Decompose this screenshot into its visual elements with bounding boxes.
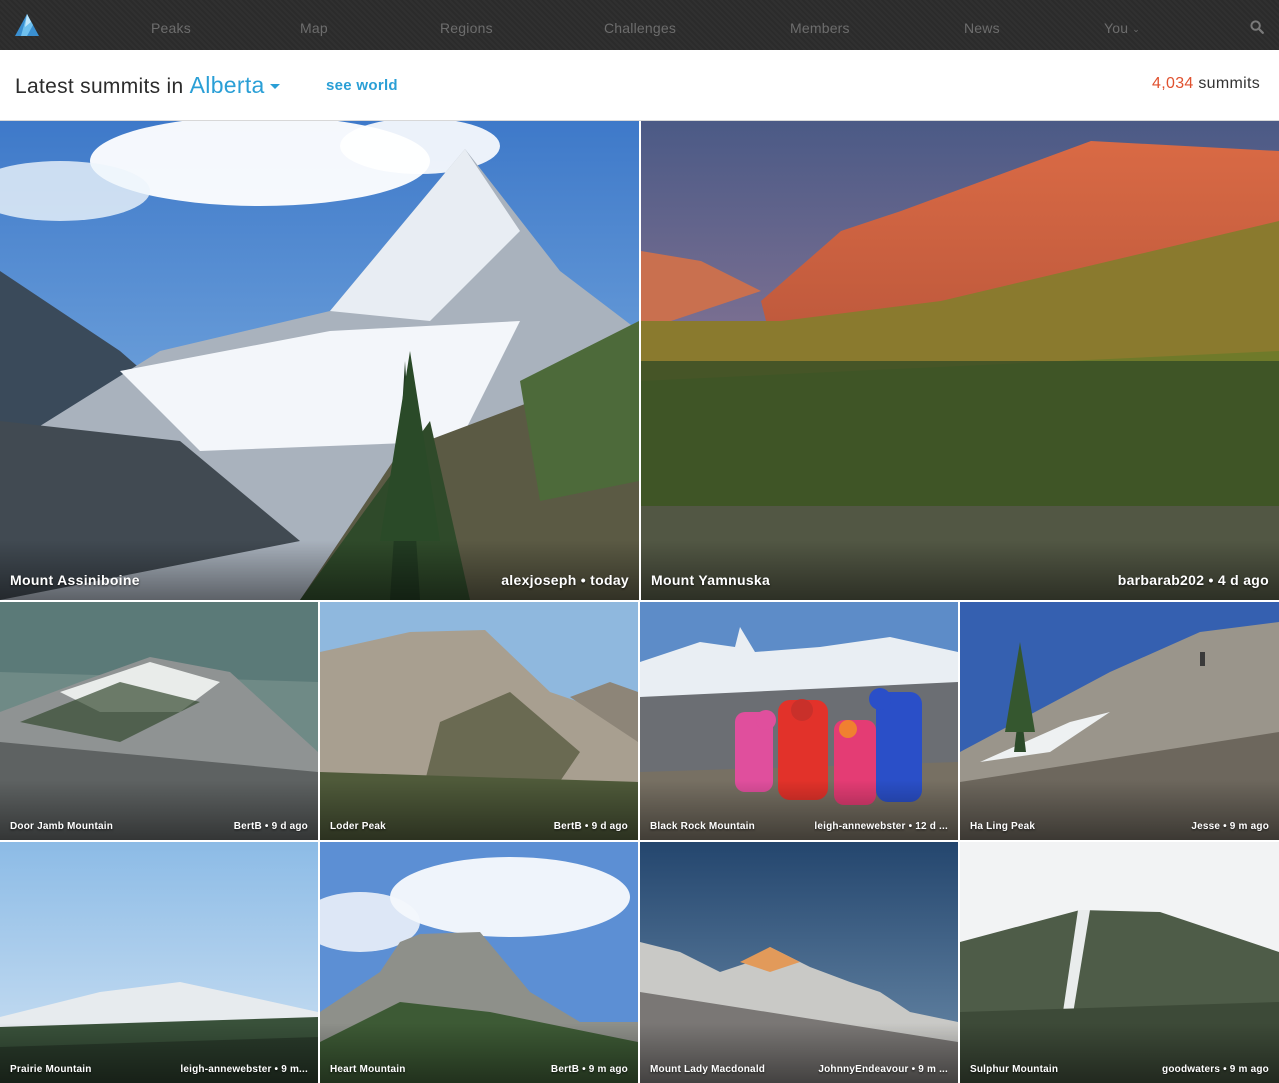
region-label: Alberta [189,72,265,98]
nav-peaks[interactable]: Peaks [151,0,191,50]
nav-you-label: You [1104,20,1129,36]
summit-count-label: summits [1198,75,1260,92]
summit-name[interactable]: Sulphur Mountain [970,1064,1058,1075]
nav-regions[interactable]: Regions [440,0,493,50]
summit-tile[interactable]: Prairie Mountain leigh-annewebster • 9 m… [0,842,318,1083]
nav-you[interactable]: You ⌄ [1104,0,1140,50]
summit-meta[interactable]: BertB • 9 d ago [234,821,308,832]
top-nav: Peaks Map Regions Challenges Members New… [0,0,1279,50]
summit-tile[interactable]: Door Jamb Mountain BertB • 9 d ago [0,602,318,840]
summit-tile[interactable]: Sulphur Mountain goodwaters • 9 m ago [960,842,1279,1083]
peakery-logo-icon[interactable] [14,13,40,37]
summit-tile[interactable]: Mount Assiniboine alexjoseph • today [0,121,639,600]
summit-meta[interactable]: BertB • 9 m ago [551,1064,628,1075]
summit-tile[interactable]: Mount Yamnuska barbarab202 • 4 d ago [641,121,1279,600]
nav-challenges[interactable]: Challenges [604,0,676,50]
summit-meta[interactable]: Jesse • 9 m ago [1191,821,1269,832]
summit-name[interactable]: Heart Mountain [330,1064,406,1075]
summit-photo [641,121,1279,600]
summit-tile[interactable]: Ha Ling Peak Jesse • 9 m ago [960,602,1279,840]
summit-meta[interactable]: alexjoseph • today [501,572,629,588]
chevron-down-icon: ⌄ [1132,24,1140,34]
summit-name[interactable]: Mount Yamnuska [651,572,770,588]
summit-count: 4,034 summits [1152,75,1260,93]
title-prefix: Latest summits in [15,75,184,98]
summit-name[interactable]: Black Rock Mountain [650,821,755,832]
summit-name[interactable]: Mount Lady Macdonald [650,1064,765,1075]
search-icon[interactable] [1250,20,1264,34]
caption-shade [641,540,1279,600]
summit-meta[interactable]: leigh-annewebster • 12 d ... [814,821,948,832]
summit-tile[interactable]: Black Rock Mountain leigh-annewebster • … [640,602,958,840]
summit-tile[interactable]: Mount Lady Macdonald JohnnyEndeavour • 9… [640,842,958,1083]
summit-name[interactable]: Prairie Mountain [10,1064,92,1075]
nav-map[interactable]: Map [300,0,328,50]
summit-meta[interactable]: barbarab202 • 4 d ago [1118,572,1269,588]
summit-meta[interactable]: leigh-annewebster • 9 m... [180,1064,308,1075]
summit-name[interactable]: Mount Assiniboine [10,572,140,588]
page-title: Latest summits in Alberta [15,72,280,99]
summit-count-value: 4,034 [1152,75,1194,92]
summit-tile[interactable]: Loder Peak BertB • 9 d ago [320,602,638,840]
page-header: Latest summits in Alberta see world 4,03… [0,50,1279,121]
nav-members[interactable]: Members [790,0,850,50]
summit-meta[interactable]: goodwaters • 9 m ago [1162,1064,1269,1075]
region-dropdown[interactable]: Alberta [190,72,280,98]
summit-name[interactable]: Ha Ling Peak [970,821,1035,832]
summit-photo [0,121,639,600]
summit-meta[interactable]: JohnnyEndeavour • 9 m ... [818,1064,948,1075]
summit-meta[interactable]: BertB • 9 d ago [554,821,628,832]
summit-name[interactable]: Door Jamb Mountain [10,821,113,832]
summit-tile[interactable]: Heart Mountain BertB • 9 m ago [320,842,638,1083]
nav-news[interactable]: News [964,0,1000,50]
summit-name[interactable]: Loder Peak [330,821,386,832]
see-world-link[interactable]: see world [326,77,398,94]
caret-down-icon [269,84,280,89]
caption-shade [0,540,639,600]
